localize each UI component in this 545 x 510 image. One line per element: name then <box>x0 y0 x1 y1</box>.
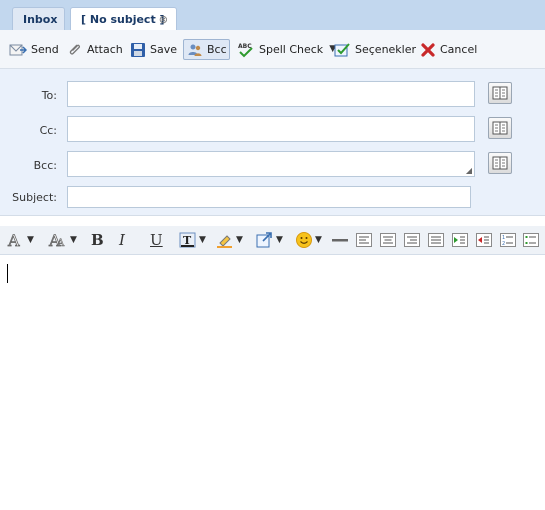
chevron-down-icon[interactable]: ▼ <box>236 235 243 245</box>
to-label: To: <box>41 89 57 102</box>
spell-check-button[interactable]: ABC Spell Check ▼ <box>234 39 339 60</box>
paperclip-icon <box>69 44 80 55</box>
checklist-icon <box>334 42 350 56</box>
horizontal-rule-icon <box>332 239 348 242</box>
tab-compose-label: [ No subject ] <box>81 13 165 26</box>
bcc-label: Bcc: <box>33 159 57 172</box>
cc-field[interactable] <box>67 116 475 142</box>
compose-header-form: To: Cc: Bcc: ◢ Subject: <box>0 69 545 216</box>
address-book-icon <box>492 156 508 170</box>
floppy-disk-icon <box>131 42 145 57</box>
font-size-icon: A A <box>48 231 65 249</box>
compose-toolbar: Send Attach Save Bcc ABC Spell Check ▼ S… <box>0 30 545 69</box>
subject-field[interactable] <box>67 186 471 208</box>
tab-inbox[interactable]: Inbox <box>12 7 65 30</box>
emoticon-button[interactable]: ▼ <box>295 230 322 250</box>
indent-button[interactable] <box>451 230 469 250</box>
justify-button[interactable] <box>427 230 445 250</box>
spell-check-icon: ABC <box>238 43 253 57</box>
close-x-icon <box>421 42 435 57</box>
bcc-toggle-button[interactable]: Bcc <box>183 39 230 60</box>
chevron-down-icon[interactable]: ▼ <box>276 235 283 245</box>
text-color-icon: T <box>179 232 196 248</box>
text-color-button[interactable]: T ▼ <box>179 230 206 250</box>
format-toolbar: A ▼ A A ▼ B I U T ▼ ▼ ▼ ▼ 1 2 <box>0 226 545 255</box>
options-button[interactable]: Seçenekler <box>331 39 419 60</box>
align-right-button[interactable] <box>403 230 421 250</box>
link-icon <box>256 232 272 248</box>
svg-text:A: A <box>7 231 20 249</box>
save-label: Save <box>150 43 178 56</box>
bcc-address-book-button[interactable] <box>488 152 512 174</box>
svg-text:A: A <box>56 238 65 249</box>
italic-button[interactable]: I <box>119 230 125 250</box>
horizontal-rule-button[interactable] <box>331 230 349 250</box>
send-icon <box>9 44 27 55</box>
attach-button[interactable]: Attach <box>64 39 126 60</box>
subject-label: Subject: <box>12 191 57 204</box>
align-left-icon <box>356 233 372 247</box>
bcc-field[interactable]: ◢ <box>67 151 475 177</box>
bcc-label: Bcc <box>207 43 227 56</box>
attach-label: Attach <box>87 43 123 56</box>
options-label: Seçenekler <box>355 43 417 56</box>
highlighter-icon <box>217 235 232 248</box>
bulleted-list-button[interactable] <box>522 230 540 250</box>
address-book-icon <box>492 86 508 100</box>
indent-icon <box>452 233 468 247</box>
smiley-icon <box>296 232 312 248</box>
send-button[interactable]: Send <box>6 39 62 60</box>
insert-link-button[interactable]: ▼ <box>256 230 283 250</box>
font-size-button[interactable]: A A ▼ <box>48 230 77 250</box>
numbered-list-button[interactable]: 1 2 <box>499 230 517 250</box>
tab-bar: Inbox [ No subject ] ⊗ <box>0 0 545 31</box>
to-address-book-button[interactable] <box>488 82 512 104</box>
outdent-icon <box>476 233 492 247</box>
align-center-button[interactable] <box>379 230 397 250</box>
resize-handle-icon[interactable]: ◢ <box>466 167 472 175</box>
cancel-button[interactable]: Cancel <box>417 39 480 60</box>
underline-button[interactable]: U <box>150 230 163 250</box>
align-center-icon <box>380 233 396 247</box>
spell-check-label: Spell Check <box>259 43 324 56</box>
cancel-label: Cancel <box>440 43 478 56</box>
close-icon[interactable]: ⊗ <box>159 8 168 31</box>
font-family-button[interactable]: A ▼ <box>7 230 34 250</box>
svg-text:2: 2 <box>502 241 505 247</box>
cc-address-book-button[interactable] <box>488 117 512 139</box>
cc-label: Cc: <box>39 124 57 137</box>
bold-label: B <box>91 231 104 249</box>
bulleted-list-icon <box>523 233 539 247</box>
text-cursor <box>7 264 8 283</box>
tab-compose[interactable]: [ No subject ] ⊗ <box>70 7 177 31</box>
align-right-icon <box>404 233 420 247</box>
justify-icon <box>428 233 444 247</box>
underline-label: U <box>150 231 163 249</box>
chevron-down-icon[interactable]: ▼ <box>70 235 77 245</box>
contacts-icon <box>188 44 202 56</box>
address-book-icon <box>492 121 508 135</box>
chevron-down-icon[interactable]: ▼ <box>199 235 206 245</box>
message-body-editor[interactable] <box>0 255 545 510</box>
bold-button[interactable]: B <box>91 230 104 250</box>
chevron-down-icon[interactable]: ▼ <box>27 235 34 245</box>
to-field[interactable] <box>67 81 475 107</box>
chevron-down-icon[interactable]: ▼ <box>315 235 322 245</box>
italic-label: I <box>119 231 125 249</box>
send-label: Send <box>31 43 59 56</box>
numbered-list-icon: 1 2 <box>500 233 516 247</box>
save-button[interactable]: Save <box>127 39 180 60</box>
font-family-icon: A <box>7 231 20 249</box>
align-left-button[interactable] <box>355 230 373 250</box>
outdent-button[interactable] <box>475 230 493 250</box>
highlight-color-button[interactable]: ▼ <box>216 230 243 250</box>
